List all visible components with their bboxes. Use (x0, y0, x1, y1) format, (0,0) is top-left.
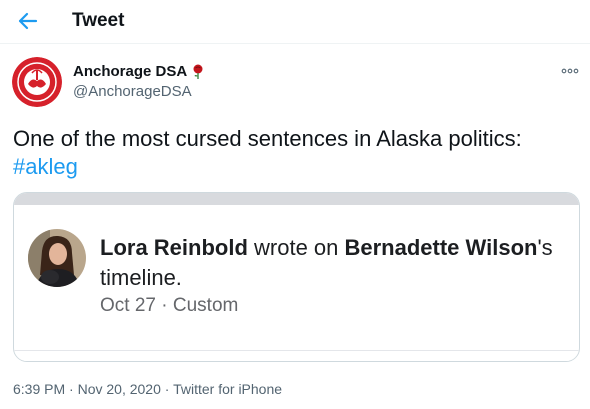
tweet-text: One of the most cursed sentences in Alas… (13, 125, 578, 181)
post-headline-line2: timeline. (100, 265, 182, 290)
tweet-date[interactable]: Nov 20, 2020 (78, 381, 161, 397)
post-meta: Oct 27 · Custom (100, 295, 238, 317)
media-top-bar (14, 193, 579, 205)
poster-name: Lora Reinbold (100, 235, 248, 260)
avatar[interactable] (12, 57, 62, 107)
tweet-source[interactable]: Twitter for iPhone (173, 381, 282, 397)
media-bottom-bar (14, 350, 579, 361)
top-bar: Tweet (0, 0, 590, 44)
back-button[interactable] (12, 6, 44, 36)
tweet-time[interactable]: 6:39 PM (13, 381, 65, 397)
post-action: wrote on (247, 235, 345, 260)
meta-separator: · (155, 295, 173, 316)
author-handle[interactable]: @AnchorageDSA (73, 83, 192, 100)
author-name[interactable]: Anchorage DSA (73, 63, 205, 80)
profile-photo (28, 229, 86, 287)
person-photo-icon (28, 229, 86, 287)
dsa-logo-icon (12, 57, 62, 107)
hashtag-link[interactable]: #akleg (13, 154, 78, 179)
media-image[interactable]: Lora Reinbold wrote on Bernadette Wilson… (13, 192, 580, 362)
target-name: Bernadette Wilson (344, 235, 538, 260)
more-icon (561, 68, 579, 74)
tweet-timestamp: 6:39 PM · Nov 20, 2020 · Twitter for iPh… (13, 381, 282, 397)
page-title: Tweet (72, 10, 125, 31)
possessive-suffix: 's (537, 235, 553, 260)
post-audience: Custom (172, 295, 239, 316)
post-date: Oct 27 (100, 295, 156, 316)
more-options-button[interactable] (556, 62, 584, 80)
author-name-text: Anchorage DSA (73, 63, 188, 80)
timestamp-separator-2: · (160, 381, 174, 397)
timestamp-separator-1: · (65, 381, 78, 397)
rose-icon (193, 64, 203, 79)
post-headline: Lora Reinbold wrote on Bernadette Wilson… (100, 233, 570, 293)
tweet-body: One of the most cursed sentences in Alas… (13, 126, 522, 151)
arrow-left-icon (18, 12, 38, 30)
